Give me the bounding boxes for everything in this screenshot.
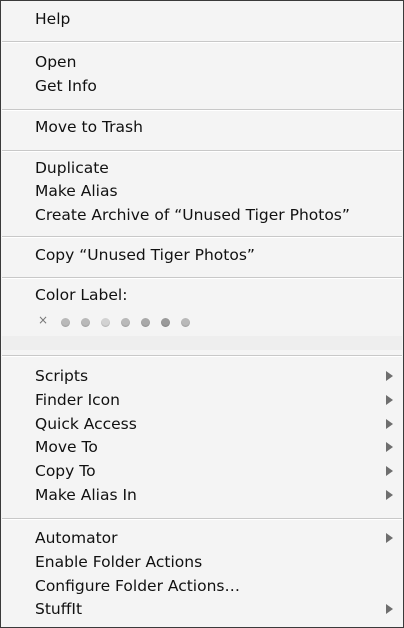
color-label-swatch[interactable] xyxy=(121,318,130,327)
menu-item-get-info[interactable]: Get Info xyxy=(35,76,403,96)
menu-separator xyxy=(2,518,402,520)
menu-item-configure-folder-actions[interactable]: Configure Folder Actions… xyxy=(35,576,403,596)
submenu-arrow-icon xyxy=(386,419,393,429)
menu-item-make-alias[interactable]: Make Alias xyxy=(35,181,403,201)
color-label-swatch[interactable] xyxy=(81,318,90,327)
menu-separator xyxy=(2,236,402,238)
submenu-arrow-icon xyxy=(386,604,393,614)
menu-item-label: Create Archive of “Unused Tiger Photos” xyxy=(35,206,350,224)
menu-item-make-alias-in[interactable]: Make Alias In xyxy=(35,485,403,505)
submenu-arrow-icon xyxy=(386,490,393,500)
menu-item-label: Automator xyxy=(35,529,118,547)
color-label-swatch[interactable] xyxy=(101,318,110,327)
menu-separator xyxy=(2,109,402,111)
submenu-arrow-icon xyxy=(386,371,393,381)
color-label-swatch[interactable] xyxy=(161,318,170,327)
menu-item-label: Configure Folder Actions… xyxy=(35,577,240,595)
menu-item-scripts[interactable]: Scripts xyxy=(35,366,403,386)
color-label-swatches: × xyxy=(35,312,295,330)
menu-item-label: Finder Icon xyxy=(35,391,120,409)
color-label-heading: Color Label: xyxy=(35,285,403,305)
menu-item-label: Scripts xyxy=(35,367,89,385)
menu-item-help[interactable]: Help xyxy=(35,9,403,29)
color-label-swatch[interactable] xyxy=(61,318,70,327)
menu-item-quick-access[interactable]: Quick Access xyxy=(35,414,403,434)
color-label-swatch[interactable] xyxy=(141,318,150,327)
menu-item-label: Quick Access xyxy=(35,415,137,433)
color-label-text: Color Label: xyxy=(35,286,128,304)
submenu-arrow-icon xyxy=(386,466,393,476)
menu-separator xyxy=(2,277,402,279)
menu-item-label: Help xyxy=(35,10,71,28)
menu-item-label: Get Info xyxy=(35,77,97,95)
menu-item-enable-folder-actions[interactable]: Enable Folder Actions xyxy=(35,552,403,572)
menu-separator xyxy=(2,41,402,43)
menu-item-label: Move to Trash xyxy=(35,118,143,136)
menu-separator xyxy=(2,150,402,152)
submenu-arrow-icon xyxy=(386,442,393,452)
menu-item-label: Enable Folder Actions xyxy=(35,553,203,571)
submenu-arrow-icon xyxy=(386,533,393,543)
context-menu: Help Open Get Info Move to Trash Duplica… xyxy=(0,0,404,628)
menu-item-automator[interactable]: Automator xyxy=(35,528,403,548)
submenu-arrow-icon xyxy=(386,395,393,405)
menu-item-label: Make Alias xyxy=(35,182,118,200)
menu-item-label: StuffIt xyxy=(35,600,83,618)
color-label-swatch[interactable] xyxy=(181,318,190,327)
menu-item-open[interactable]: Open xyxy=(35,52,403,72)
menu-item-create-archive[interactable]: Create Archive of “Unused Tiger Photos” xyxy=(35,205,403,225)
menu-item-duplicate[interactable]: Duplicate xyxy=(35,158,403,178)
menu-item-label: Make Alias In xyxy=(35,486,137,504)
menu-item-label: Copy To xyxy=(35,462,96,480)
menu-item-label: Open xyxy=(35,53,77,71)
color-label-row-background xyxy=(2,336,402,350)
menu-separator xyxy=(2,355,402,357)
menu-item-copy[interactable]: Copy “Unused Tiger Photos” xyxy=(35,245,403,265)
menu-item-finder-icon[interactable]: Finder Icon xyxy=(35,390,403,410)
menu-item-label: Duplicate xyxy=(35,159,109,177)
menu-item-label: Move To xyxy=(35,438,98,456)
menu-item-move-to[interactable]: Move To xyxy=(35,437,403,457)
no-color-label-button[interactable]: × xyxy=(38,312,48,328)
menu-item-copy-to[interactable]: Copy To xyxy=(35,461,403,481)
menu-item-stuffit[interactable]: StuffIt xyxy=(35,599,403,619)
menu-item-label: Copy “Unused Tiger Photos” xyxy=(35,246,255,264)
menu-item-move-to-trash[interactable]: Move to Trash xyxy=(35,117,403,137)
